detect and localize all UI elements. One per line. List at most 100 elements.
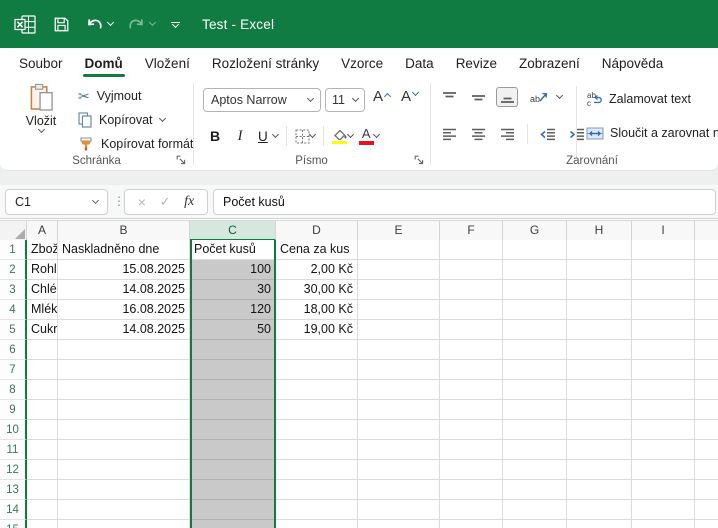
cell[interactable] — [567, 280, 632, 300]
merge-center-button[interactable]: Sloučit a zarovnat na — [586, 126, 718, 140]
cell[interactable] — [358, 260, 440, 280]
cell-A1[interactable]: Zboží — [27, 240, 58, 260]
cell[interactable] — [567, 400, 632, 420]
cell[interactable] — [58, 480, 190, 500]
underline-dropdown-icon[interactable] — [271, 130, 279, 139]
quick-access-toolbar-menu[interactable] — [171, 9, 180, 39]
cell[interactable] — [276, 460, 358, 480]
cell[interactable] — [695, 360, 718, 380]
cell[interactable] — [503, 480, 567, 500]
cell[interactable] — [27, 500, 58, 520]
tab-domu[interactable]: Domů — [74, 48, 134, 78]
cell[interactable] — [503, 380, 567, 400]
cell[interactable] — [190, 500, 276, 520]
column-header-e[interactable]: E — [358, 221, 440, 241]
cell[interactable] — [567, 520, 632, 528]
align-center-button[interactable] — [467, 124, 489, 144]
cell[interactable] — [503, 260, 567, 280]
borders-button[interactable] — [295, 129, 310, 144]
font-name-combobox[interactable]: Aptos Narrow — [203, 88, 321, 112]
cell-C3[interactable]: 30 — [190, 280, 276, 300]
cell[interactable] — [567, 240, 632, 260]
row-header[interactable]: 4 — [0, 300, 27, 320]
cell[interactable] — [632, 360, 695, 380]
column-header-d[interactable]: D — [276, 221, 358, 241]
cell[interactable] — [358, 520, 440, 528]
column-header-b[interactable]: B — [58, 221, 190, 241]
column-header-i[interactable]: I — [632, 221, 695, 241]
row-header[interactable]: 7 — [0, 360, 27, 380]
cell[interactable] — [58, 520, 190, 528]
cell[interactable] — [695, 500, 718, 520]
copy-dropdown-icon[interactable] — [158, 114, 166, 123]
cell[interactable] — [503, 460, 567, 480]
orientation-dropdown-icon[interactable] — [555, 91, 564, 100]
cell[interactable] — [358, 400, 440, 420]
cell[interactable] — [27, 520, 58, 528]
row-header[interactable]: 14 — [0, 500, 27, 520]
borders-dropdown-icon[interactable] — [308, 130, 316, 139]
cell[interactable] — [567, 380, 632, 400]
cell[interactable] — [276, 400, 358, 420]
row-header[interactable]: 13 — [0, 480, 27, 500]
cell[interactable] — [276, 340, 358, 360]
cell[interactable] — [358, 240, 440, 260]
cell[interactable] — [695, 260, 718, 280]
cell[interactable] — [190, 480, 276, 500]
clipboard-dialog-launcher-icon[interactable] — [176, 154, 186, 165]
undo-dropdown-icon[interactable] — [106, 18, 115, 27]
column-header-partial[interactable] — [695, 221, 718, 241]
cell[interactable] — [58, 380, 190, 400]
cell[interactable] — [190, 460, 276, 480]
cell-A4[interactable]: Mléko — [27, 300, 58, 320]
align-bottom-button[interactable] — [496, 87, 518, 107]
cell[interactable] — [695, 300, 718, 320]
cell[interactable] — [440, 500, 503, 520]
cell[interactable] — [440, 280, 503, 300]
cell[interactable] — [358, 420, 440, 440]
row-header[interactable]: 12 — [0, 460, 27, 480]
cell[interactable] — [440, 460, 503, 480]
cell[interactable] — [276, 360, 358, 380]
cut-button[interactable]: ✂ Vyjmout — [78, 85, 141, 107]
cell-A2[interactable]: Rohlík — [27, 260, 58, 280]
row-header[interactable]: 5 — [0, 320, 27, 340]
cell[interactable] — [632, 380, 695, 400]
cell[interactable] — [440, 520, 503, 528]
cell[interactable] — [503, 520, 567, 528]
align-middle-button[interactable] — [467, 87, 489, 107]
cell[interactable] — [27, 360, 58, 380]
cell[interactable] — [567, 260, 632, 280]
cell[interactable] — [503, 500, 567, 520]
paste-button[interactable]: Vložit — [14, 83, 68, 134]
cell[interactable] — [695, 280, 718, 300]
cell-C2[interactable]: 100 — [190, 260, 276, 280]
cell[interactable] — [695, 380, 718, 400]
cell[interactable] — [503, 440, 567, 460]
column-header-f[interactable]: F — [440, 221, 503, 241]
fill-color-dropdown-icon[interactable] — [346, 130, 354, 139]
cell[interactable] — [632, 280, 695, 300]
column-header-c-selected[interactable]: C — [190, 221, 276, 241]
cell[interactable] — [567, 460, 632, 480]
row-header[interactable]: 3 — [0, 280, 27, 300]
cell[interactable] — [358, 500, 440, 520]
cell[interactable] — [503, 240, 567, 260]
cell[interactable] — [190, 380, 276, 400]
cell[interactable] — [632, 440, 695, 460]
cell-B4[interactable]: 16.08.2025 — [58, 300, 190, 320]
cell[interactable] — [27, 420, 58, 440]
align-top-button[interactable] — [438, 87, 460, 107]
tab-napoveda[interactable]: Nápověda — [591, 48, 675, 78]
font-color-button[interactable]: A — [358, 127, 374, 145]
cell[interactable] — [632, 460, 695, 480]
cell[interactable] — [503, 420, 567, 440]
cell-D1[interactable]: Cena za kus — [276, 240, 358, 260]
cell[interactable] — [695, 480, 718, 500]
cell-C4[interactable]: 120 — [190, 300, 276, 320]
cell[interactable] — [695, 460, 718, 480]
fill-color-button[interactable] — [332, 128, 348, 145]
cell[interactable] — [503, 300, 567, 320]
cell[interactable] — [632, 240, 695, 260]
cell[interactable] — [503, 400, 567, 420]
